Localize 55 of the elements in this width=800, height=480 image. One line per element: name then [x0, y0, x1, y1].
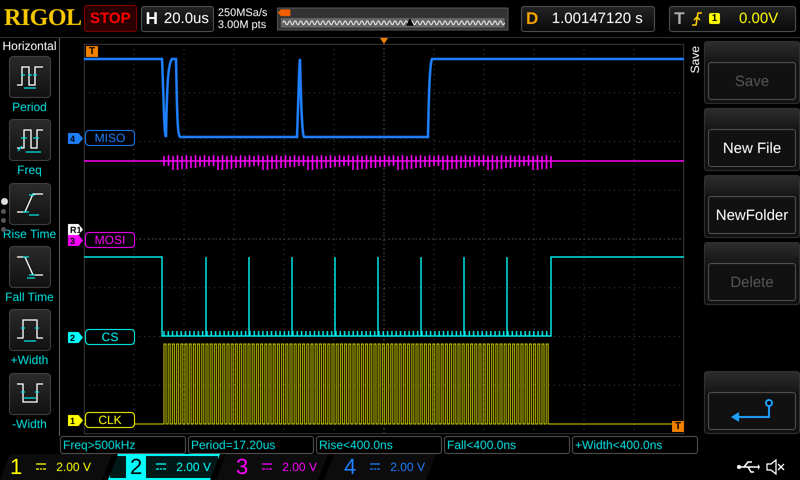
softkey-button[interactable]: NewFolder	[704, 175, 800, 238]
channel-marker: 4	[68, 133, 83, 144]
channel-number: 4	[343, 455, 358, 479]
delay-value: 1.00147120 s	[550, 10, 644, 27]
timebase-value: 20.0us	[164, 10, 209, 27]
channel-scale: 2.00 V	[282, 460, 317, 474]
menu-title: Save	[688, 46, 702, 74]
usb-icon	[736, 459, 760, 475]
dc-coupling-icon	[36, 463, 46, 471]
softkey-button[interactable]: New File	[704, 108, 800, 171]
channel-scale: 2.00 V	[390, 460, 425, 474]
measurement-readout: Period=17.20us	[188, 436, 314, 454]
dc-coupling-icon	[156, 463, 166, 471]
dc-coupling-icon	[370, 463, 380, 471]
run-stop-button[interactable]: STOP	[84, 5, 137, 32]
trigger-level: 0.00V	[738, 10, 780, 27]
channel-tab[interactable]: 4 2.00 V	[324, 454, 436, 480]
measurement-readout: +Width<400.0ns	[572, 436, 698, 454]
channel-marker: 2	[68, 332, 83, 343]
channel-tab[interactable]: 2 2.00 V	[108, 454, 220, 480]
channel-tab[interactable]: 3 2.00 V	[216, 454, 328, 480]
channel-number: 1	[9, 455, 24, 479]
channel-label: MOSI	[85, 232, 135, 248]
menu-title: Horizontal	[2, 38, 57, 55]
channel-number: 3	[235, 455, 250, 479]
trigger-source: 1	[708, 13, 720, 24]
timebase-box[interactable]: H 20.0us	[140, 6, 214, 32]
reference-marker: R1	[68, 224, 83, 235]
channel-label: MISO	[85, 130, 135, 146]
channel-label: CS	[85, 329, 135, 345]
trigger-level-marker: T	[672, 421, 684, 432]
channel-scale: 2.00 V	[56, 460, 91, 474]
trigger-position-arrow-icon	[380, 38, 388, 44]
timebase-label: H	[146, 8, 158, 28]
delay-box[interactable]: D 1.00147120 s	[520, 6, 656, 32]
memory-depth: 3.00M pts	[218, 18, 268, 30]
trigger-box[interactable]: T 1 0.00V	[669, 6, 796, 32]
channel-marker: 1	[68, 415, 83, 426]
measurement-readout: Freq>500kHz	[60, 436, 186, 454]
channel-label: CLK	[85, 412, 135, 428]
trigger-label: T	[674, 8, 685, 28]
channel-marker: 3	[68, 235, 83, 246]
channel-tab[interactable]: 1 2.00 V	[0, 454, 112, 480]
channel-number: 2	[126, 455, 146, 479]
measurement-readout: Fall<400.0ns	[444, 436, 570, 454]
channel-scale: 2.00 V	[176, 460, 211, 474]
speaker-muted-icon	[766, 459, 786, 475]
sample-rate: 250MSa/s	[218, 6, 268, 18]
dc-coupling-icon	[262, 463, 272, 471]
return-button[interactable]	[704, 371, 800, 434]
trigger-position-marker: T	[86, 46, 98, 57]
rising-edge-icon	[690, 10, 703, 26]
delay-label: D	[526, 8, 538, 28]
brand-logo: RIGOL	[4, 5, 80, 32]
measurement-readout: Rise<400.0ns	[316, 436, 442, 454]
